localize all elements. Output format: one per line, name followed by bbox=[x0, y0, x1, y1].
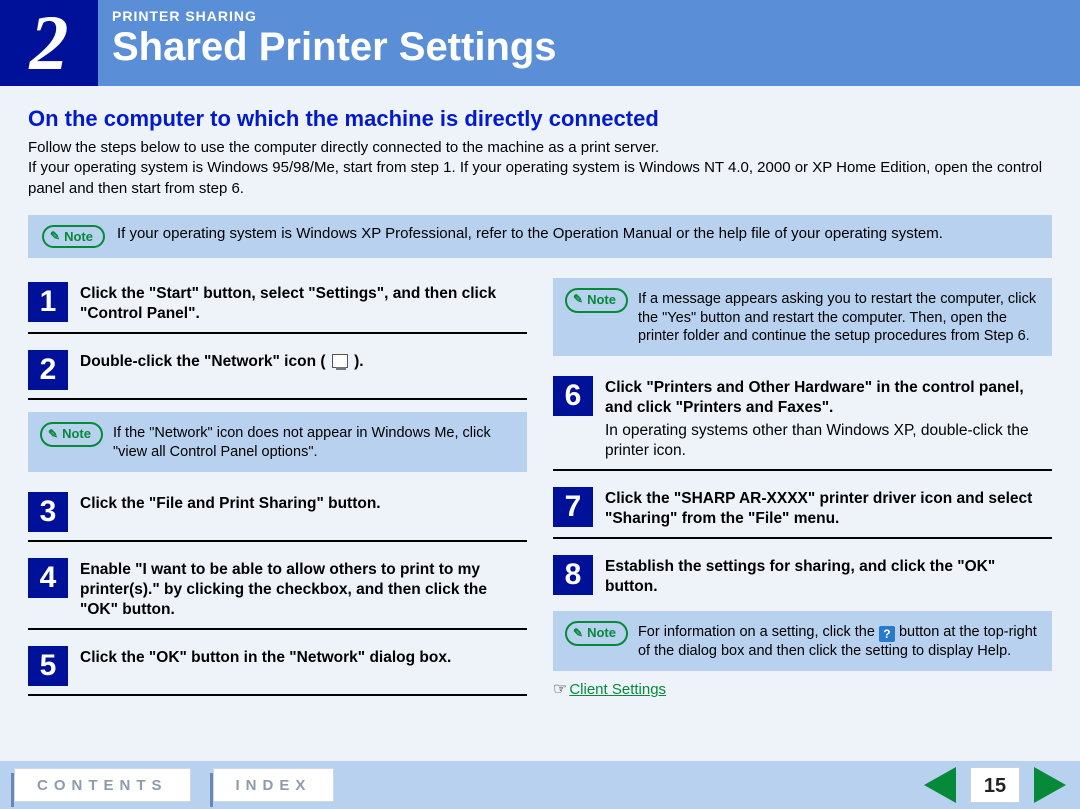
note-text: If a message appears asking you to resta… bbox=[638, 288, 1040, 347]
network-icon bbox=[332, 354, 348, 368]
prev-page-button[interactable] bbox=[924, 767, 956, 803]
step-2-post: ). bbox=[354, 353, 363, 370]
step-text: Click "Printers and Other Hardware" in t… bbox=[605, 376, 1052, 461]
note-help-text: For information on a setting, click the … bbox=[638, 621, 1040, 661]
section-heading: On the computer to which the machine is … bbox=[28, 106, 1052, 132]
note-icon: Note bbox=[565, 288, 628, 313]
note-icon: Note bbox=[40, 422, 103, 447]
page-number: 15 bbox=[970, 767, 1020, 803]
step-number: 4 bbox=[28, 558, 68, 598]
next-page-button[interactable] bbox=[1034, 767, 1066, 803]
header-text: PRINTER SHARING Shared Printer Settings bbox=[98, 0, 557, 86]
note-top: Note If your operating system is Windows… bbox=[28, 215, 1052, 258]
step-text: Click the "File and Print Sharing" butto… bbox=[80, 492, 381, 514]
content-area: On the computer to which the machine is … bbox=[0, 86, 1080, 699]
step-6: 6 Click "Printers and Other Hardware" in… bbox=[553, 372, 1052, 471]
kicker: PRINTER SHARING bbox=[112, 8, 557, 24]
step-text: Double-click the "Network" icon ( ). bbox=[80, 350, 364, 372]
step-3: 3 Click the "File and Print Sharing" but… bbox=[28, 488, 527, 542]
step-text: Click the "OK" button in the "Network" d… bbox=[80, 646, 451, 668]
chapter-number: 2 bbox=[0, 0, 98, 86]
step-text: Enable "I want to be able to allow other… bbox=[80, 558, 527, 620]
note-icon: Note bbox=[42, 225, 105, 248]
step-2: 2 Double-click the "Network" icon ( ). bbox=[28, 346, 527, 400]
step-8: 8 Establish the settings for sharing, an… bbox=[553, 551, 1052, 605]
step-1: 1 Click the "Start" button, select "Sett… bbox=[28, 278, 527, 334]
step-number: 1 bbox=[28, 282, 68, 322]
index-button[interactable]: INDEX bbox=[213, 768, 335, 802]
hand-icon: ☞ bbox=[553, 681, 567, 698]
client-settings-link-row: ☞Client Settings bbox=[553, 679, 1052, 699]
note-help: Note For information on a setting, click… bbox=[553, 611, 1052, 671]
step-text: Click the "Start" button, select "Settin… bbox=[80, 282, 527, 324]
step-number: 6 bbox=[553, 376, 593, 416]
page-title: Shared Printer Settings bbox=[112, 24, 557, 70]
step-6-main: Click "Printers and Other Hardware" in t… bbox=[605, 379, 1024, 416]
step-text: Establish the settings for sharing, and … bbox=[605, 555, 1052, 597]
note-text: If the "Network" icon does not appear in… bbox=[113, 422, 515, 462]
left-column: 1 Click the "Start" button, select "Sett… bbox=[28, 278, 527, 700]
step-2-pre: Double-click the "Network" icon ( bbox=[80, 353, 326, 370]
contents-button[interactable]: CONTENTS bbox=[14, 768, 191, 802]
page-header: 2 PRINTER SHARING Shared Printer Setting… bbox=[0, 0, 1080, 86]
step-number: 5 bbox=[28, 646, 68, 686]
step-number: 8 bbox=[553, 555, 593, 595]
step-number: 2 bbox=[28, 350, 68, 390]
note-network-missing: Note If the "Network" icon does not appe… bbox=[28, 412, 527, 472]
help-icon: ? bbox=[879, 626, 895, 642]
step-7: 7 Click the "SHARP AR-XXXX" printer driv… bbox=[553, 483, 1052, 539]
intro-paragraph: Follow the steps below to use the comput… bbox=[28, 138, 1052, 199]
step-text: Click the "SHARP AR-XXXX" printer driver… bbox=[605, 487, 1052, 529]
step-4: 4 Enable "I want to be able to allow oth… bbox=[28, 554, 527, 630]
step-5: 5 Click the "OK" button in the "Network"… bbox=[28, 642, 527, 696]
step-number: 7 bbox=[553, 487, 593, 527]
note-restart: Note If a message appears asking you to … bbox=[553, 278, 1052, 357]
client-settings-link[interactable]: Client Settings bbox=[569, 681, 666, 698]
right-column: Note If a message appears asking you to … bbox=[553, 278, 1052, 700]
footer-bar: CONTENTS INDEX 15 bbox=[0, 761, 1080, 809]
note-top-text: If your operating system is Windows XP P… bbox=[117, 225, 943, 242]
note-icon: Note bbox=[565, 621, 628, 646]
step-6-sub: In operating systems other than Windows … bbox=[605, 421, 1052, 461]
step-number: 3 bbox=[28, 492, 68, 532]
note-help-pre: For information on a setting, click the bbox=[638, 624, 879, 640]
